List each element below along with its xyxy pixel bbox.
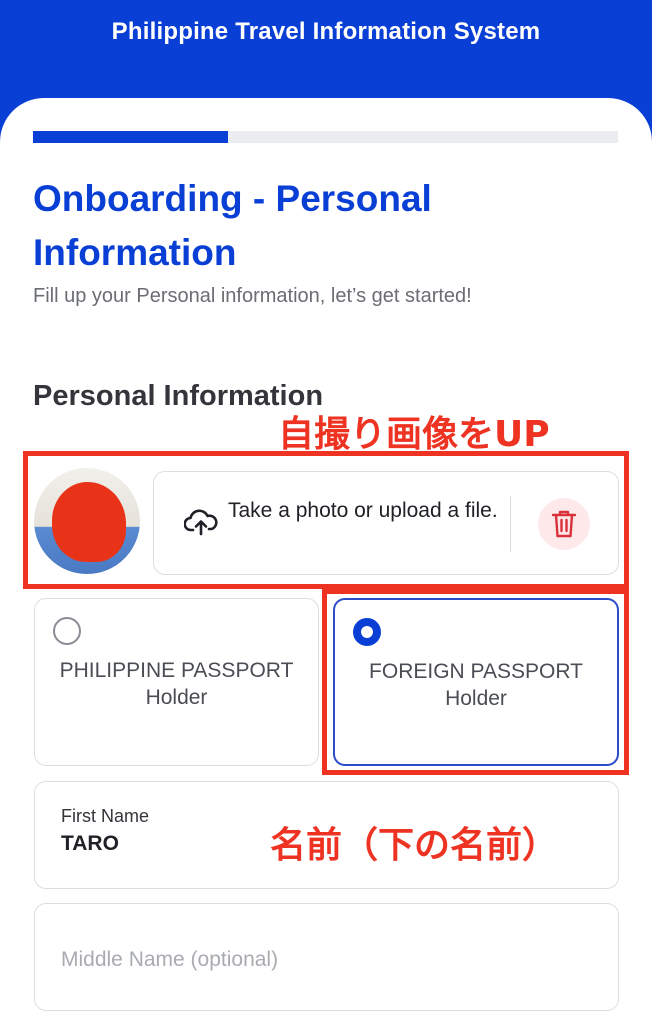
page-title: Onboarding - Personal Information: [33, 178, 432, 273]
philippine-passport-option[interactable]: PHILIPPINE PASSPORT Holder: [34, 598, 319, 766]
philippine-passport-label: PHILIPPINE PASSPORT Holder: [35, 657, 318, 711]
app-header: Philippine Travel Information System: [0, 0, 652, 110]
philippine-passport-label-line1: PHILIPPINE PASSPORT: [59, 659, 294, 682]
annotation-name: 名前（下の名前）: [270, 825, 559, 866]
middle-name-placeholder[interactable]: Middle Name (optional): [61, 948, 278, 972]
annotation-box-passport: [322, 589, 629, 775]
progress-bar: [33, 131, 618, 143]
app-title: Philippine Travel Information System: [111, 18, 541, 45]
progress-fill: [33, 131, 228, 143]
philippine-passport-label-line2: Holder: [145, 686, 208, 709]
annotation-box-photo: [23, 451, 629, 589]
first-name-value[interactable]: TARO: [61, 832, 119, 856]
annotation-selfie: 自撮り画像をUP: [278, 414, 550, 455]
middle-name-field[interactable]: Middle Name (optional): [34, 903, 619, 1011]
first-name-label: First Name: [61, 806, 150, 826]
page-subtitle: Fill up your Personal information, let’s…: [33, 285, 472, 307]
philippine-passport-radio[interactable]: [53, 617, 81, 645]
